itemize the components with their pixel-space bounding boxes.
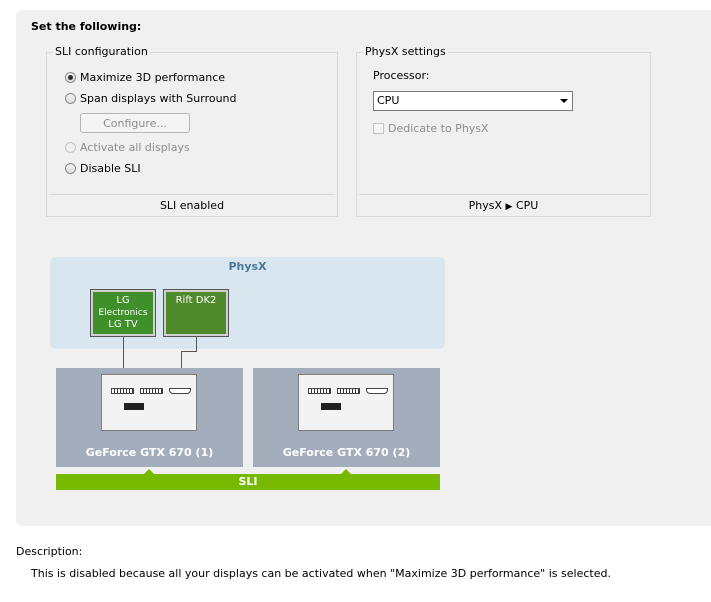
monitor-rift-dk2[interactable]: Rift DK2: [163, 289, 229, 337]
dvi-port-icon: [140, 388, 163, 394]
monitor-line: LG TV: [108, 319, 138, 330]
radio-label: Maximize 3D performance: [80, 70, 226, 84]
processor-value: CPU: [377, 94, 400, 107]
physx-status-left: PhysX: [468, 199, 503, 212]
sli-status: SLI enabled: [49, 194, 335, 216]
displayport-icon: [124, 403, 144, 410]
description-text: This is disabled because all your displa…: [31, 567, 611, 580]
radio-disable-sli[interactable]: Disable SLI: [65, 160, 141, 176]
sli-bridge-bar: SLI: [56, 474, 440, 490]
monitor-line: Electronics: [98, 308, 148, 318]
gpu-card-2[interactable]: GeForce GTX 670 (2): [253, 368, 440, 467]
monitor-lg-tv[interactable]: LG Electronics LG TV: [90, 289, 156, 337]
configure-button[interactable]: Configure...: [80, 113, 190, 133]
sli-configuration-group: SLI configuration Maximize 3D performanc…: [46, 45, 338, 217]
radio-label: Span displays with Surround: [80, 91, 237, 105]
cable-rift-vertical: [196, 336, 197, 352]
processor-label: Processor:: [373, 69, 430, 82]
gpu-name: GeForce GTX 670 (1): [85, 446, 214, 459]
radio-button: [65, 141, 76, 153]
dvi-port-icon: [337, 388, 360, 394]
section-title: Set the following:: [31, 20, 142, 33]
hdmi-port-icon: [169, 388, 191, 394]
radio-maximize-3d[interactable]: Maximize 3D performance: [65, 69, 225, 85]
physx-band-label: PhysX: [228, 260, 267, 273]
processor-select[interactable]: CPU: [373, 91, 573, 111]
radio-label: Disable SLI: [80, 161, 141, 175]
physx-settings-group: PhysX settings Processor: CPU Dedicate t…: [356, 45, 651, 217]
sli-configuration-legend: SLI configuration: [53, 45, 150, 58]
checkbox-label: Dedicate to PhysX: [388, 121, 489, 135]
hdmi-port-icon: [366, 388, 388, 394]
radio-button[interactable]: [65, 92, 76, 104]
description-title: Description:: [16, 545, 83, 558]
physx-status-right: CPU: [515, 199, 539, 212]
checkbox: [373, 122, 384, 134]
displayport-icon: [321, 403, 341, 410]
radio-button[interactable]: [65, 162, 76, 174]
arrow-right-icon: ▶: [505, 202, 513, 212]
physx-settings-legend: PhysX settings: [363, 45, 448, 58]
dedicate-to-physx-checkbox: Dedicate to PhysX: [373, 120, 489, 136]
gpu-card-1[interactable]: GeForce GTX 670 (1): [56, 368, 243, 467]
radio-label: Activate all displays: [80, 140, 190, 154]
monitor-line: LG: [116, 295, 130, 306]
radio-span-surround[interactable]: Span displays with Surround: [65, 90, 237, 106]
radio-activate-all-displays: Activate all displays: [65, 139, 190, 155]
cable-rift-horizontal: [181, 351, 197, 352]
physx-status: PhysX ▶ CPU: [359, 194, 648, 216]
gpu-ports-panel: [298, 374, 394, 431]
dvi-port-icon: [111, 388, 134, 394]
gpu-name: GeForce GTX 670 (2): [282, 446, 411, 459]
monitor-line: Rift DK2: [175, 295, 217, 306]
chevron-down-icon: [560, 99, 568, 103]
gpu-ports-panel: [101, 374, 197, 431]
radio-button[interactable]: [65, 71, 76, 83]
dvi-port-icon: [308, 388, 331, 394]
